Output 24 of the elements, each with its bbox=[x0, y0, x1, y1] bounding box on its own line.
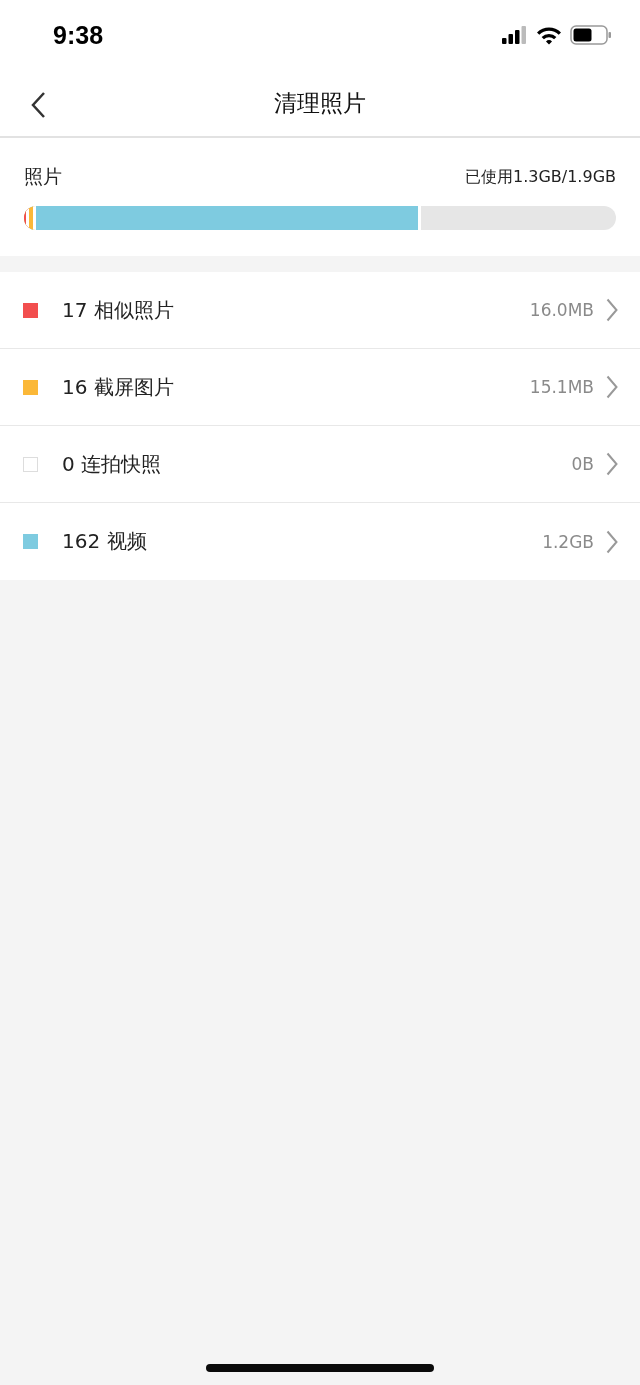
category-row[interactable]: 0 连拍快照 0B bbox=[0, 426, 640, 503]
chevron-icon bbox=[606, 375, 618, 399]
category-size: 1.2GB bbox=[542, 531, 594, 552]
chevron-icon bbox=[606, 529, 618, 554]
signal-icon bbox=[502, 26, 528, 44]
back-icon[interactable] bbox=[30, 91, 46, 119]
storage-usage: 已使用1.3GB/1.9GB bbox=[464, 166, 616, 188]
storage-label: 照片 bbox=[24, 164, 62, 189]
wifi-icon bbox=[536, 25, 562, 45]
battery-icon bbox=[570, 25, 612, 45]
page-title: 清理照片 bbox=[274, 88, 366, 118]
status-time: 9:38 bbox=[53, 20, 104, 50]
category-row[interactable]: 17 相似照片 16.0MB bbox=[0, 272, 640, 349]
category-label: 0 连拍快照 bbox=[62, 450, 163, 478]
category-label: 17 相似照片 bbox=[62, 296, 175, 324]
category-label: 162 视频 bbox=[62, 528, 148, 555]
category-size: 0B bbox=[571, 454, 594, 474]
chevron-icon bbox=[606, 298, 618, 322]
category-label: 16 截屏图片 bbox=[62, 373, 175, 401]
category-size: 15.1MB bbox=[529, 377, 594, 397]
category-size: 16.0MB bbox=[529, 300, 594, 320]
category-row[interactable]: 162 视频 1.2GB bbox=[0, 503, 640, 580]
chevron-icon bbox=[606, 452, 618, 476]
category-row[interactable]: 16 截屏图片 15.1MB bbox=[0, 349, 640, 426]
